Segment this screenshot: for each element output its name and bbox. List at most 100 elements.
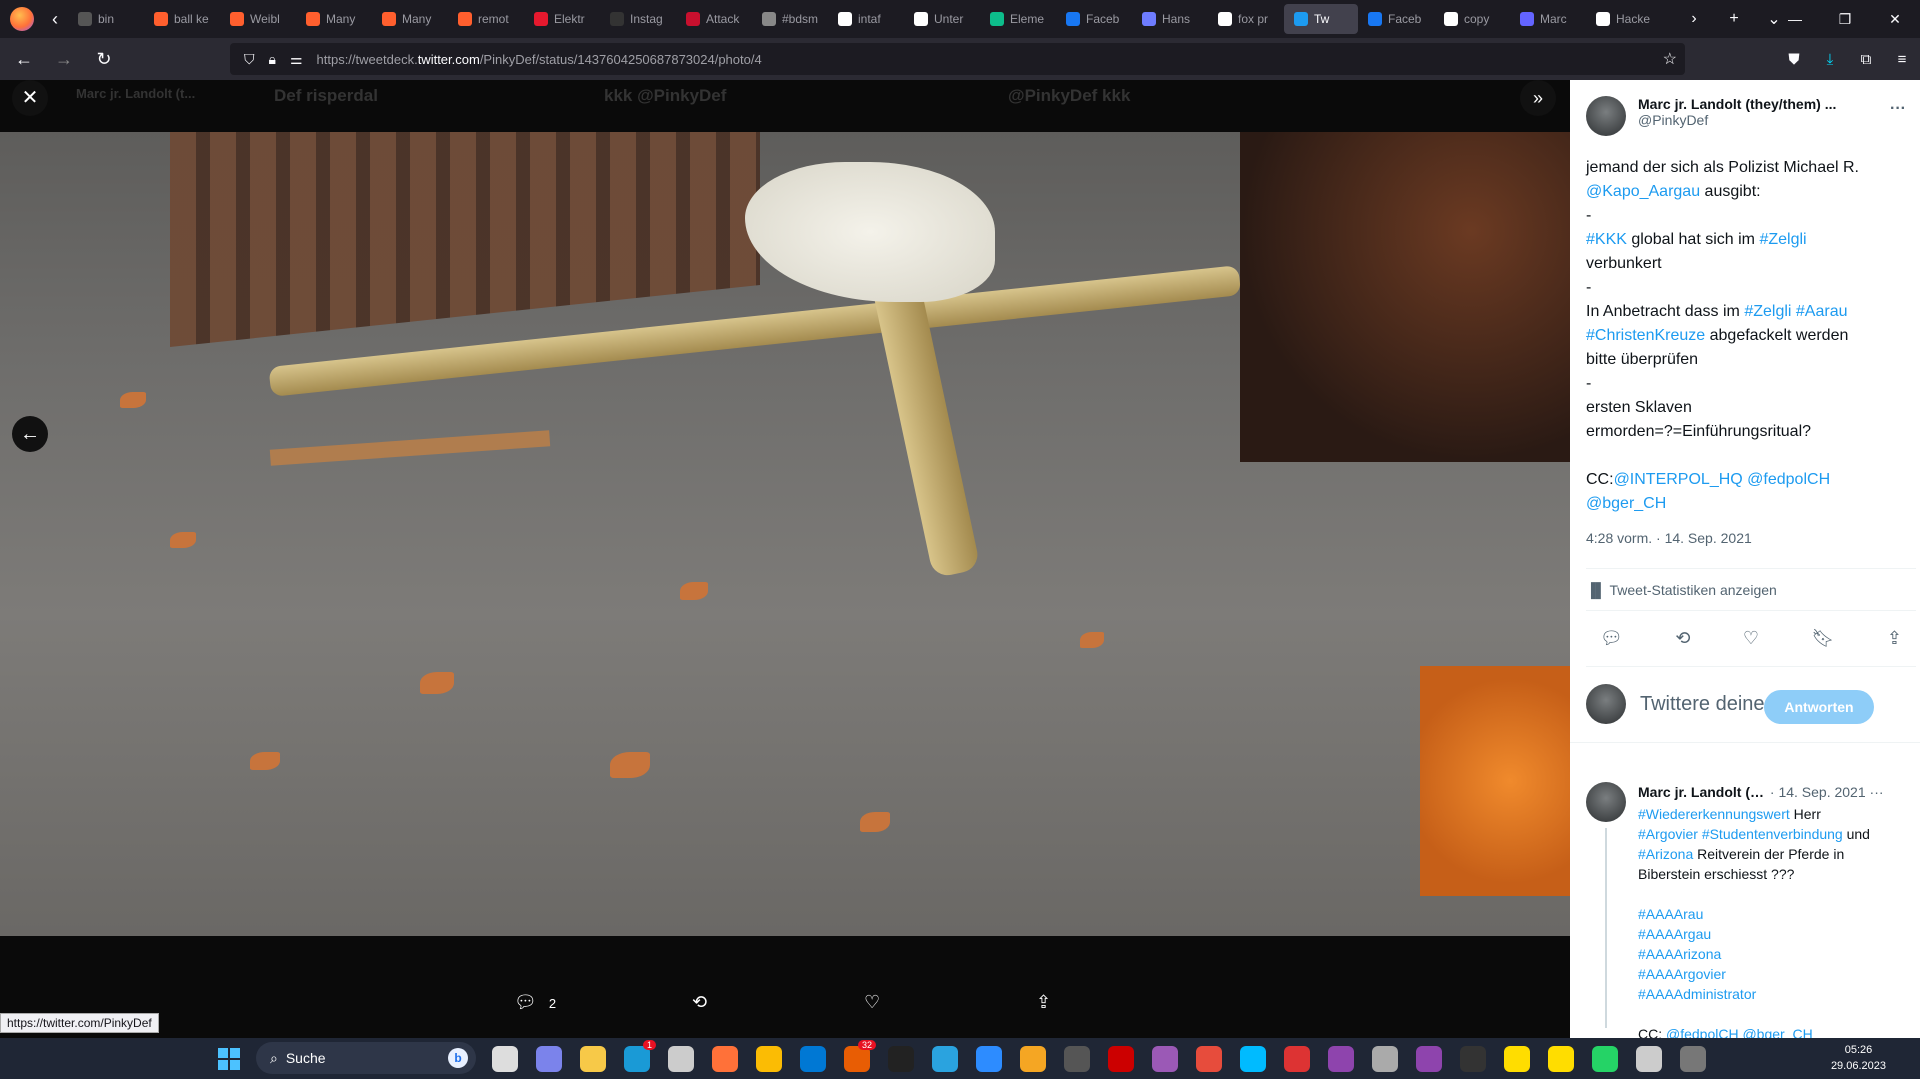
tweet-link[interactable]: #Arizona: [1638, 846, 1693, 862]
tab-scroll-right-icon[interactable]: ›: [1674, 10, 1714, 28]
tweet-link[interactable]: @fedpolCH: [1747, 471, 1830, 488]
retweet-icon[interactable]: ⟲: [1675, 628, 1690, 649]
firefox-menu-icon[interactable]: [10, 7, 34, 31]
forward-icon[interactable]: →: [48, 43, 80, 75]
tweet-link[interactable]: #Aarau: [1796, 303, 1848, 320]
taskbar-app-icon[interactable]: [1064, 1046, 1090, 1072]
browser-tab[interactable]: Hacke: [1586, 4, 1662, 34]
taskbar-app-icon[interactable]: 32: [844, 1040, 876, 1072]
tweet-link[interactable]: #Studentenverbindung: [1702, 826, 1843, 842]
pocket-icon[interactable]: ⛊: [1776, 51, 1812, 68]
reply-input[interactable]: Twittere deine: [1640, 693, 1765, 716]
like-icon[interactable]: ♡: [864, 992, 880, 1013]
taskbar-app-icon[interactable]: [1548, 1046, 1574, 1072]
browser-tab[interactable]: ball ke: [144, 4, 220, 34]
permissions-icon[interactable]: ⚌: [290, 51, 303, 68]
taskbar-app-icon[interactable]: [1020, 1046, 1046, 1072]
tweet-link[interactable]: #KKK: [1586, 231, 1627, 248]
taskbar-app-icon[interactable]: [712, 1046, 738, 1072]
taskbar-app-icon[interactable]: [1592, 1046, 1618, 1072]
taskbar-app-icon[interactable]: [1504, 1046, 1530, 1072]
tweet-timestamp[interactable]: 4:28 vorm. · 14. Sep. 2021: [1586, 530, 1752, 546]
bookmark-icon[interactable]: 🔖︎: [1812, 628, 1835, 649]
taskbar-app-icon[interactable]: [1680, 1046, 1706, 1072]
taskbar-app-icon[interactable]: [492, 1046, 518, 1072]
expand-panel-icon[interactable]: »: [1520, 80, 1556, 116]
tab-scroll-left-icon[interactable]: ‹: [42, 9, 68, 30]
browser-tab[interactable]: Eleme: [980, 4, 1056, 34]
retweet-icon[interactable]: ⟲: [692, 992, 707, 1013]
taskbar-app-icon[interactable]: [800, 1046, 826, 1072]
reply-action[interactable]: 💬︎ 2: [514, 992, 556, 1013]
browser-tab[interactable]: Many: [372, 4, 448, 34]
taskbar-app-icon[interactable]: [1196, 1046, 1222, 1072]
new-tab-icon[interactable]: +: [1714, 10, 1754, 28]
taskbar-app-icon[interactable]: [1152, 1046, 1178, 1072]
taskbar-app-icon[interactable]: [932, 1046, 958, 1072]
back-icon[interactable]: ←: [8, 43, 40, 75]
reload-icon[interactable]: ↻: [88, 43, 120, 75]
share-icon[interactable]: ⇪: [1036, 992, 1051, 1013]
tweet-link[interactable]: @bger_CH: [1742, 1026, 1812, 1038]
browser-tab[interactable]: Elektr: [524, 4, 600, 34]
avatar[interactable]: [1586, 782, 1626, 822]
browser-tab[interactable]: Faceb: [1056, 4, 1132, 34]
browser-tab[interactable]: Attack: [676, 4, 752, 34]
tweet-link[interactable]: #AAAArau #AAAArgau #AAAArizona #AAAArgov…: [1638, 906, 1756, 1002]
browser-tab[interactable]: #bdsm: [752, 4, 828, 34]
like-icon[interactable]: ♡: [1743, 628, 1759, 649]
bing-icon[interactable]: b: [448, 1048, 468, 1068]
taskbar-app-icon[interactable]: [1460, 1046, 1486, 1072]
prev-photo-icon[interactable]: ←: [12, 416, 48, 452]
reply-author-name[interactable]: Marc jr. Landolt (t...: [1638, 784, 1766, 800]
taskbar-search[interactable]: ⌕ Suche b: [256, 1042, 476, 1074]
more-options-icon[interactable]: ···: [1890, 100, 1906, 118]
shield-icon[interactable]: ⛉: [244, 51, 255, 68]
tweet-link[interactable]: #Argovier: [1638, 826, 1698, 842]
tweet-link[interactable]: #Zelgli: [1759, 231, 1806, 248]
tweet-link[interactable]: @fedpolCH: [1666, 1026, 1739, 1038]
browser-tab[interactable]: remot: [448, 4, 524, 34]
taskbar-app-icon[interactable]: [888, 1046, 914, 1072]
start-icon[interactable]: [218, 1048, 240, 1070]
reply-button[interactable]: Antworten: [1764, 690, 1874, 724]
browser-tab[interactable]: Weibl: [220, 4, 296, 34]
restore-icon[interactable]: ❐: [1820, 0, 1870, 38]
tweet-link[interactable]: @bger_CH: [1586, 495, 1666, 512]
system-clock[interactable]: 05:26 29.06.2023: [1831, 1042, 1886, 1074]
close-viewer-icon[interactable]: ✕: [12, 80, 48, 116]
avatar[interactable]: [1586, 96, 1626, 136]
browser-tab[interactable]: Marc: [1510, 4, 1586, 34]
window-close-icon[interactable]: ✕: [1870, 0, 1920, 38]
browser-tab[interactable]: fox pr: [1208, 4, 1284, 34]
lock-icon[interactable]: 🔒︎: [269, 51, 276, 68]
url-bar[interactable]: ⛉ 🔒︎ ⚌ https://tweetdeck. twitter.com/Pin…: [230, 43, 1685, 75]
tweet-stats-link[interactable]: ▐▌ Tweet-Statistiken anzeigen: [1586, 582, 1777, 598]
browser-tab[interactable]: copy: [1434, 4, 1510, 34]
tweet-link[interactable]: @INTERPOL_HQ: [1614, 471, 1743, 488]
browser-tab[interactable]: intaf: [828, 4, 904, 34]
share-icon[interactable]: ⇪: [1887, 628, 1902, 649]
author-name[interactable]: Marc jr. Landolt (they/them) ...: [1638, 96, 1858, 112]
browser-tab[interactable]: Hans: [1132, 4, 1208, 34]
taskbar-app-icon[interactable]: [536, 1046, 562, 1072]
taskbar-app-icon[interactable]: [1416, 1046, 1442, 1072]
minimize-icon[interactable]: —: [1770, 0, 1820, 38]
tweet-link[interactable]: @Kapo_Aargau: [1586, 183, 1700, 200]
taskbar-app-icon[interactable]: [976, 1046, 1002, 1072]
taskbar-app-icon[interactable]: 1: [624, 1040, 656, 1072]
tweet-link[interactable]: #ChristenKreuze: [1586, 327, 1705, 344]
author-handle[interactable]: @PinkyDef: [1638, 112, 1858, 128]
taskbar-app-icon[interactable]: [756, 1046, 782, 1072]
reply-icon[interactable]: 💬︎: [1600, 628, 1623, 649]
taskbar-app-icon[interactable]: [1284, 1046, 1310, 1072]
tweet-link[interactable]: #Zelgli: [1744, 303, 1791, 320]
reply-more-icon[interactable]: ···: [1866, 784, 1884, 800]
taskbar-app-icon[interactable]: [1108, 1046, 1134, 1072]
taskbar-app-icon[interactable]: [580, 1046, 606, 1072]
taskbar-app-icon[interactable]: [1240, 1046, 1266, 1072]
browser-tab[interactable]: Many: [296, 4, 372, 34]
browser-tab[interactable]: Tw: [1284, 4, 1358, 34]
app-menu-icon[interactable]: ≡: [1884, 51, 1920, 68]
tweet-link[interactable]: #Wiedererkennungswert: [1638, 806, 1790, 822]
